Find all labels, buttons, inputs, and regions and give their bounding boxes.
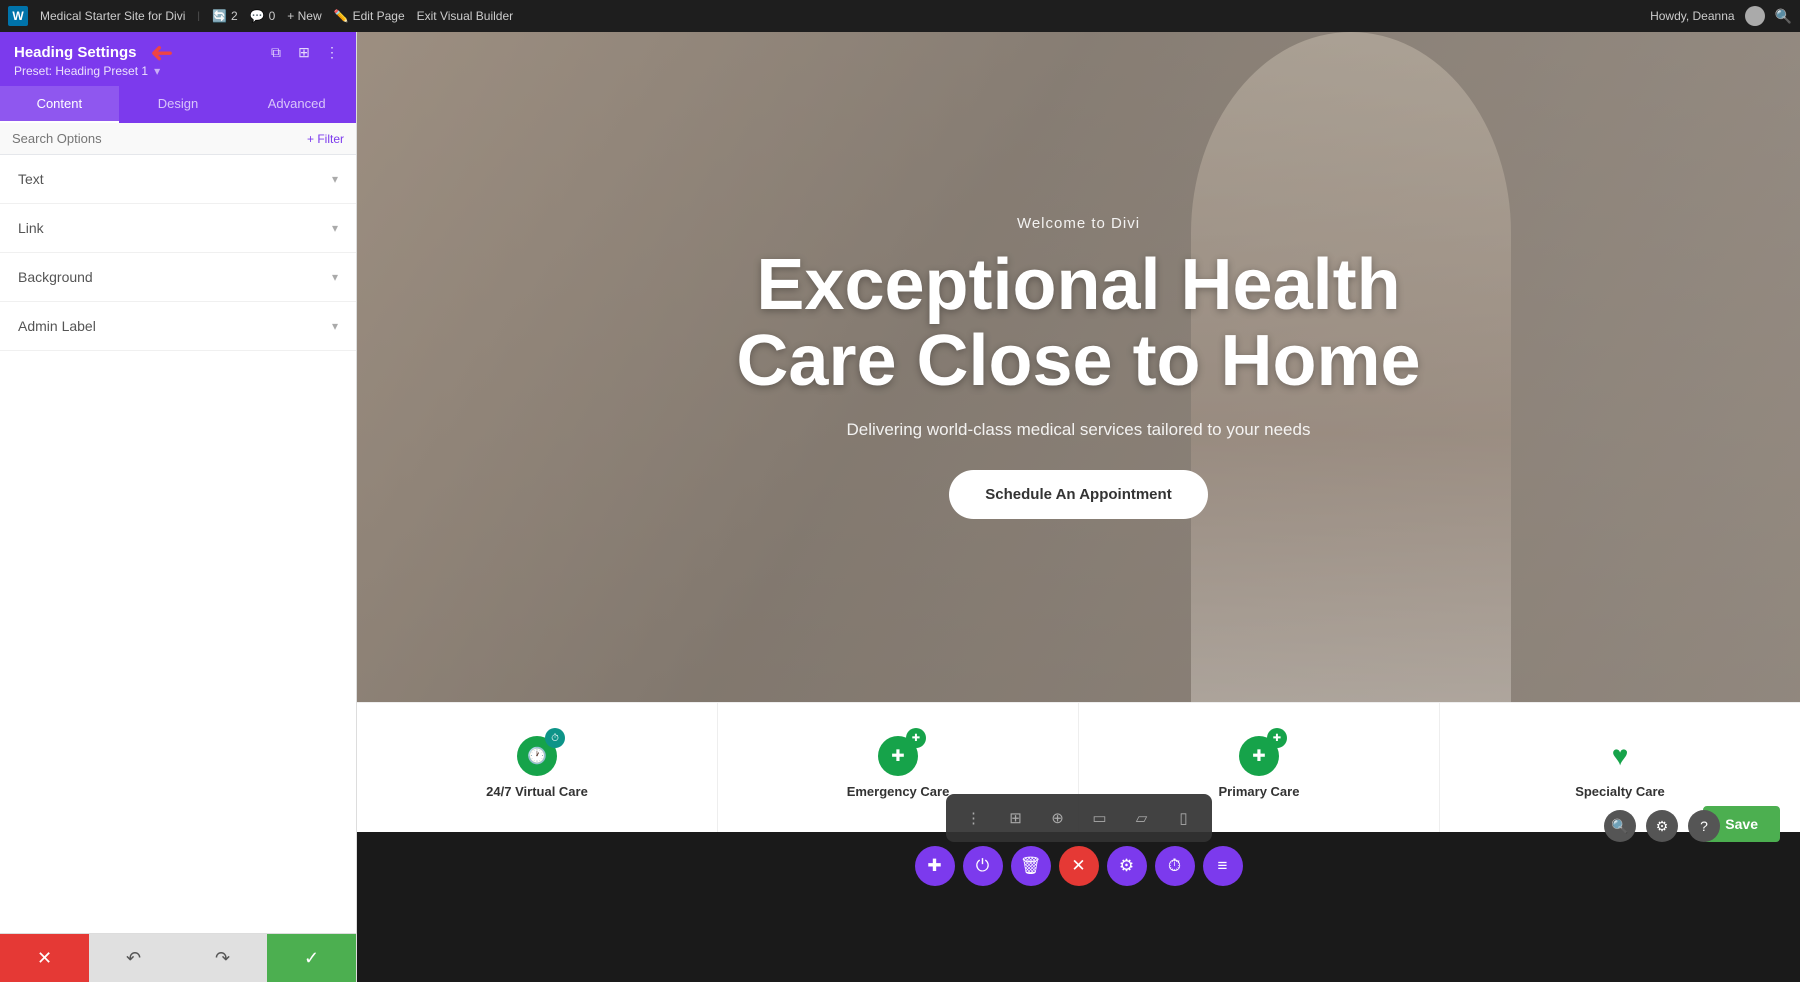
primary-care-label: Primary Care: [1219, 784, 1300, 799]
hero-description: Delivering world-class medical services …: [669, 420, 1489, 440]
specialty-care-icon: ♥: [1600, 736, 1640, 776]
toolbar-grid-button[interactable]: ⊞: [998, 800, 1034, 836]
preset-label[interactable]: Preset: Heading Preset 1: [14, 64, 148, 78]
panel-title: Heading Settings: [14, 44, 137, 61]
site-name[interactable]: Medical Starter Site for Divi: [40, 9, 185, 23]
cancel-button[interactable]: ✕: [0, 934, 89, 982]
toolbar-desktop-button[interactable]: ▭: [1082, 800, 1118, 836]
settings-list: Text ▾ Link ▾ Background ▾ Admin Label ▾: [0, 155, 356, 933]
copy-icon[interactable]: ⧉: [266, 42, 286, 62]
power-button[interactable]: ⏻: [963, 846, 1003, 886]
comment-count[interactable]: 💬 0: [250, 9, 276, 23]
bars-button[interactable]: ≡: [1203, 846, 1243, 886]
confirm-button[interactable]: ✓: [267, 934, 356, 982]
close-button[interactable]: ✕: [1059, 846, 1099, 886]
toolbar-tablet-button[interactable]: ▱: [1124, 800, 1160, 836]
undo-button[interactable]: ↶: [89, 934, 178, 982]
primary-care-badge: ✚: [1267, 728, 1287, 748]
virtual-care-badge: ⏱: [545, 728, 565, 748]
settings-item-background[interactable]: Background ▾: [0, 253, 356, 302]
admin-bar: W Medical Starter Site for Divi | 🔄 2 💬 …: [0, 0, 1800, 32]
tab-advanced[interactable]: Advanced: [237, 86, 356, 123]
toolbar-mobile-button[interactable]: ▯: [1166, 800, 1202, 836]
settings-item-text[interactable]: Text ▾: [0, 155, 356, 204]
hero-content: Welcome to Divi Exceptional Health Care …: [629, 215, 1529, 518]
add-button[interactable]: ✚: [915, 846, 955, 886]
panel-search-bar: + Filter: [0, 123, 356, 155]
main-layout: Heading Settings ⧉ ⊞ ⋮ Preset: Heading P…: [0, 32, 1800, 982]
layout-icon[interactable]: ⊞: [294, 42, 314, 62]
text-chevron-icon: ▾: [332, 172, 338, 186]
panel-header: Heading Settings ⧉ ⊞ ⋮ Preset: Heading P…: [0, 32, 356, 86]
settings-item-admin-label[interactable]: Admin Label ▾: [0, 302, 356, 351]
specialty-care-label: Specialty Care: [1575, 784, 1665, 799]
toolbar-search-button[interactable]: ⊕: [1040, 800, 1076, 836]
link-chevron-icon: ▾: [332, 221, 338, 235]
gear-button[interactable]: ⚙: [1107, 846, 1147, 886]
hero-subtitle: Welcome to Divi: [669, 215, 1489, 232]
redo-button[interactable]: ↷: [178, 934, 267, 982]
preview-area: Welcome to Divi Exceptional Health Care …: [357, 32, 1800, 982]
admin-label-chevron-icon: ▾: [332, 319, 338, 333]
search-input[interactable]: [12, 131, 299, 146]
edit-page-link[interactable]: ✏️ Edit Page: [334, 9, 405, 23]
emergency-care-label: Emergency Care: [847, 784, 950, 799]
search-right-icon[interactable]: 🔍: [1604, 810, 1636, 842]
toolbar-dots-button[interactable]: ⋮: [956, 800, 992, 836]
hero-section: Welcome to Divi Exceptional Health Care …: [357, 32, 1800, 702]
background-chevron-icon: ▾: [332, 270, 338, 284]
new-button[interactable]: + New: [287, 9, 321, 23]
howdy-label: Howdy, Deanna: [1650, 9, 1735, 23]
avatar[interactable]: [1745, 6, 1765, 26]
tab-design[interactable]: Design: [119, 86, 238, 123]
settings-right-icon[interactable]: ⚙: [1646, 810, 1678, 842]
trash-button[interactable]: 🗑: [1011, 846, 1051, 886]
clock-button[interactable]: ⏱: [1155, 846, 1195, 886]
hero-title: Exceptional Health Care Close to Home: [669, 248, 1489, 399]
left-panel: Heading Settings ⧉ ⊞ ⋮ Preset: Heading P…: [0, 32, 357, 982]
admin-search-icon[interactable]: 🔍: [1775, 8, 1792, 25]
help-right-icon[interactable]: ?: [1688, 810, 1720, 842]
sep1: |: [197, 11, 200, 22]
update-count[interactable]: 🔄 2: [212, 9, 238, 23]
panel-tabs: Content Design Advanced: [0, 86, 356, 123]
more-icon[interactable]: ⋮: [322, 42, 342, 62]
settings-item-link[interactable]: Link ▾: [0, 204, 356, 253]
filter-button[interactable]: + Filter: [307, 132, 344, 146]
toolbar-right-icons: 🔍 ⚙ ?: [1604, 810, 1720, 842]
panel-header-icons: ⧉ ⊞ ⋮: [266, 42, 342, 62]
action-buttons-row: ✚ ⏻ 🗑 ✕ ⚙ ⏱ ≡: [915, 846, 1243, 886]
exit-builder-link[interactable]: Exit Visual Builder: [417, 9, 514, 23]
schedule-appointment-button[interactable]: Schedule An Appointment: [949, 470, 1207, 519]
preset-chevron[interactable]: ▾: [154, 64, 160, 78]
service-card-virtual-care: 🕐 ⏱ 24/7 Virtual Care: [357, 703, 718, 832]
panel-bottom-actions: ✕ ↶ ↷ ✓: [0, 933, 356, 982]
emergency-care-badge: ✚: [906, 728, 926, 748]
tab-content[interactable]: Content: [0, 86, 119, 123]
floating-toolbar: ⋮ ⊞ ⊕ ▭ ▱ ▯: [946, 794, 1212, 842]
virtual-care-label: 24/7 Virtual Care: [486, 784, 588, 799]
wp-icon[interactable]: W: [8, 6, 28, 26]
